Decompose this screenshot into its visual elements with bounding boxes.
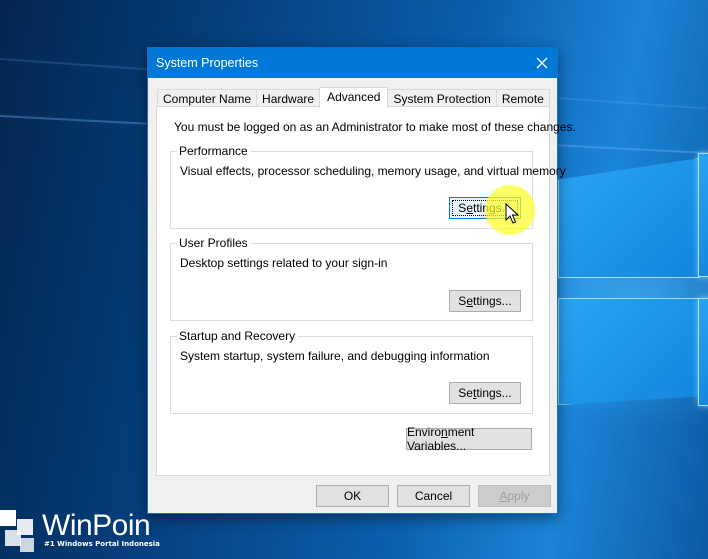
apply-button[interactable]: Apply xyxy=(478,485,551,507)
button-label: Settings... xyxy=(458,294,512,308)
ok-button[interactable]: OK xyxy=(316,485,389,507)
startup-recovery-label: Startup and Recovery xyxy=(177,329,299,343)
tab-strip: Computer Name Hardware Advanced System P… xyxy=(157,87,550,108)
mouse-pointer-icon xyxy=(505,203,519,224)
environment-variables-button[interactable]: Environment Variables... xyxy=(406,425,532,453)
windows-logo-pane xyxy=(558,158,700,278)
title-bar[interactable]: System Properties xyxy=(148,48,557,78)
button-label: Environment Variables... xyxy=(407,425,475,453)
user-profiles-settings-button[interactable]: Settings... xyxy=(449,290,521,312)
windows-logo-pane xyxy=(698,153,708,277)
button-label: Apply xyxy=(499,489,530,503)
tab-system-protection[interactable]: System Protection xyxy=(387,89,497,107)
tab-advanced[interactable]: Advanced xyxy=(319,87,389,108)
windows-logo-pane xyxy=(558,298,700,405)
watermark-brand: WinPoin xyxy=(42,509,151,542)
close-button[interactable] xyxy=(527,48,557,78)
tab-remote[interactable]: Remote xyxy=(495,89,550,107)
system-properties-dialog: System Properties Computer Name Hardware… xyxy=(147,47,576,514)
close-icon xyxy=(536,57,548,69)
watermark-tagline: #1 Windows Portal Indonesia xyxy=(44,540,160,548)
performance-group: Performance Visual effects, processor sc… xyxy=(170,144,566,229)
dialog-title: System Properties xyxy=(156,56,259,70)
advanced-tab-panel: You must be logged on as an Administrato… xyxy=(156,106,576,476)
performance-description: Visual effects, processor scheduling, me… xyxy=(180,164,566,178)
winpoin-logo-icon xyxy=(0,510,34,552)
tab-computer-name[interactable]: Computer Name xyxy=(157,89,258,107)
admin-note: You must be logged on as an Administrato… xyxy=(174,120,576,134)
user-profiles-group: User Profiles Desktop settings related t… xyxy=(170,236,533,321)
startup-recovery-settings-button[interactable]: Settings... xyxy=(449,382,521,404)
tab-hardware[interactable]: Hardware xyxy=(256,89,321,107)
startup-recovery-description: System startup, system failure, and debu… xyxy=(180,349,490,363)
button-label: Settings... xyxy=(458,386,512,400)
user-profiles-label: User Profiles xyxy=(177,236,251,250)
windows-logo-pane xyxy=(698,298,708,406)
startup-recovery-group: Startup and Recovery System startup, sys… xyxy=(170,329,533,414)
user-profiles-description: Desktop settings related to your sign-in xyxy=(180,256,388,270)
performance-label: Performance xyxy=(177,144,251,158)
cancel-button[interactable]: Cancel xyxy=(397,485,470,507)
